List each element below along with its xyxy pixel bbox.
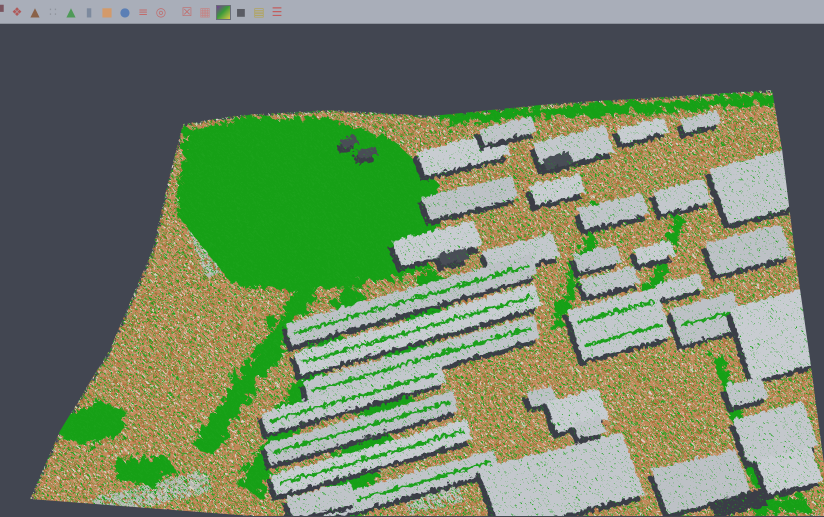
profile-icon[interactable]: ▮ <box>81 4 97 20</box>
note-yellow-icon[interactable]: ▤ <box>251 4 267 20</box>
lines-red-icon[interactable]: ≡ <box>135 4 151 20</box>
note-yellow-icon-glyph: ▤ <box>253 5 264 19</box>
viewport[interactable] <box>0 24 824 516</box>
crop-red-icon-glyph: ☒ <box>182 5 193 19</box>
bars-red-icon[interactable]: ☰ <box>269 4 285 20</box>
profile-icon-glyph: ▮ <box>86 5 93 19</box>
colormap-icon[interactable] <box>215 4 231 20</box>
clip-box-icon[interactable]: ▞ <box>0 4 7 20</box>
plane-orange-icon[interactable]: ■ <box>99 4 115 20</box>
circle-red-icon[interactable]: ◎ <box>153 4 169 20</box>
grid-red-icon-glyph: ▦ <box>199 5 210 19</box>
bars-red-icon-glyph: ☰ <box>272 5 283 19</box>
globe-icon[interactable]: ● <box>117 4 133 20</box>
stack-dark-icon-glyph: ◼ <box>236 5 246 19</box>
vegetation-speckle-top <box>0 24 824 516</box>
viewport-canvas[interactable] <box>0 24 824 516</box>
colormap-icon-glyph <box>216 5 231 20</box>
terrain-group <box>0 24 824 516</box>
globe-icon-glyph: ● <box>120 5 130 19</box>
grid-red-icon[interactable]: ▦ <box>197 4 213 20</box>
dem-brown-icon[interactable]: ▲ <box>27 4 43 20</box>
terrain-green-icon-glyph: ▲ <box>66 5 75 19</box>
clip-box-icon-glyph: ▞ <box>0 5 4 19</box>
dem-brown-icon-glyph: ▲ <box>30 5 39 19</box>
stack-dark-icon[interactable]: ◼ <box>233 4 249 20</box>
crop-red-icon[interactable]: ☒ <box>179 4 195 20</box>
circle-red-icon-glyph: ◎ <box>156 5 166 19</box>
align-points-icon-glyph: ❖ <box>12 5 23 19</box>
plane-orange-icon-glyph: ■ <box>101 5 112 19</box>
points-icon[interactable]: ∷ <box>45 4 61 20</box>
align-points-icon[interactable]: ❖ <box>9 4 25 20</box>
points-icon-glyph: ∷ <box>49 5 57 19</box>
toolbar: ▞ ❖ ▲ ∷ ▲ ▮ ■ ● ≡ ◎ ☒ ▦ ◼ ▤ ☰ <box>0 0 824 24</box>
terrain-green-icon[interactable]: ▲ <box>63 4 79 20</box>
lines-red-icon-glyph: ≡ <box>138 5 148 19</box>
